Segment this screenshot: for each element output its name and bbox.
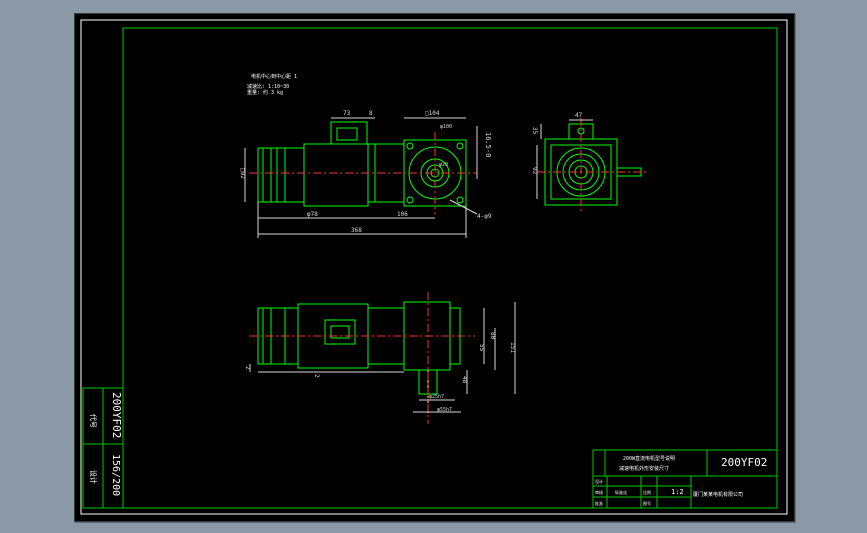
dim-55: 55 (478, 344, 485, 352)
dim-8: 8 (369, 110, 373, 117)
notes-line2: 重量: 约 3 kg (247, 89, 283, 96)
title-row-mid-1: 批准 (595, 500, 603, 506)
title-desc-2: 减速电机外形安装尺寸 (619, 465, 669, 472)
notes-title: 电机中心到中心距 1 (251, 73, 297, 80)
top-view: 2 2 55 80 151 48 φ25h7 φ55h7 (244, 292, 516, 424)
title-scale: 1:2 (671, 488, 684, 496)
dim-phi25: φ25h7 (429, 394, 444, 400)
dim-phi55: φ55h7 (437, 407, 452, 413)
dim-78: φ78 (307, 211, 318, 218)
end-view: 47 35 92 (531, 112, 647, 212)
side-label-a: 代号 (89, 414, 98, 428)
side-model: 200YF02 (110, 392, 123, 438)
dim-2b: 2 (313, 374, 320, 378)
notes-line1: 减速比: 1:10~30 (247, 83, 289, 90)
title-row-left-0: 设计 (595, 478, 603, 484)
dim-holes: 4-φ9 (477, 213, 492, 220)
dim-106: 106 (397, 211, 408, 218)
dim-47: 47 (575, 112, 583, 119)
outer-border (80, 19, 788, 515)
dim-phi100: φ100 (440, 124, 452, 130)
dim-92v: 92 (531, 167, 538, 175)
dim-80: 80 (489, 332, 496, 340)
dim-73: 73 (343, 110, 351, 117)
title-row-mid-0: 标准化 (615, 489, 627, 495)
side-page: 156/200 (110, 454, 121, 496)
cad-drawing[interactable]: 200YF02 156/200 代号 设计 电机中心到中心距 1 减速比: 1:… (75, 14, 794, 521)
dim-151: 151 (509, 342, 516, 353)
title-desc-1: 200W直流电机型号说明 (623, 455, 675, 462)
notes-block: 电机中心到中心距 1 减速比: 1:10~30 重量: 约 3 kg (247, 73, 297, 96)
title-row-left-1: 审核 (595, 489, 603, 495)
dim-165: 16.5-0 (484, 132, 492, 157)
title-model: 200YF02 (721, 456, 767, 469)
dim-48: 48 (461, 376, 468, 384)
side-strip: 200YF02 156/200 代号 设计 (82, 387, 124, 509)
dim-sq92: □92 (239, 168, 246, 179)
title-cell-b: 图号 (643, 500, 651, 506)
dim-2: 2 (244, 366, 251, 370)
drawing-viewport[interactable]: 200YF02 156/200 代号 设计 电机中心到中心距 1 减速比: 1:… (74, 13, 795, 522)
title-cell-a: 比例 (643, 489, 651, 495)
drawing-frame (122, 27, 778, 509)
dim-368: 368 (351, 227, 362, 234)
title-company: 厦门某某电机有限公司 (693, 491, 743, 498)
front-view: 73 8 □104 φ100 16.5-0 φ20 □92 φ78 106 36… (239, 110, 492, 238)
dim-phi20: φ20 (439, 162, 448, 168)
side-label-b: 设计 (89, 470, 98, 484)
dim-35: 35 (531, 127, 538, 135)
title-block: 200W直流电机型号说明 减速电机外形安装尺寸 200YF02 设计 审核 标准… (592, 449, 778, 509)
dim-sq104: □104 (425, 110, 440, 117)
